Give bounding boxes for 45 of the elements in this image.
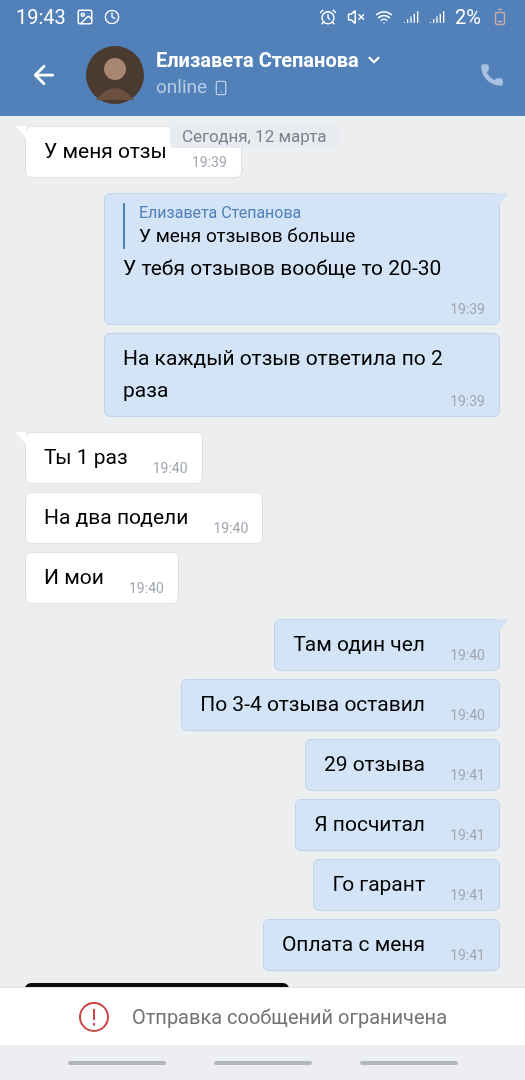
date-badge: Сегодня, 12 марта: [170, 124, 339, 148]
avatar[interactable]: [86, 45, 144, 104]
contact-name[interactable]: Елизавета Степанова: [156, 47, 359, 74]
nav-back-button[interactable]: [359, 1060, 458, 1065]
message-time: 19:41: [450, 886, 485, 904]
signal-icon: [403, 8, 420, 25]
message-text: Там один чел: [293, 632, 425, 656]
call-button[interactable]: [479, 61, 505, 88]
message-text: У тебя отзывов вообще то 20-30: [123, 256, 442, 280]
message-text: 29 отзыва: [323, 752, 425, 776]
message-time: 19:40: [450, 706, 485, 724]
clock-icon: [103, 8, 120, 25]
message-time: 19:41: [450, 826, 485, 844]
message-time: 19:40: [450, 646, 485, 664]
message-text: И мои: [44, 565, 104, 589]
mute-icon: [347, 7, 366, 26]
message-time: 19:41: [450, 946, 485, 964]
message-text: Оплата с меня: [281, 932, 425, 956]
message-time: 19:39: [450, 300, 485, 318]
message-text: Ты 1 раз: [44, 445, 128, 469]
message-text: На каждый отзыв ответила по 2 раза: [123, 346, 443, 402]
message-time: 19:40: [129, 579, 164, 597]
message-text: Я посчитал: [314, 812, 425, 836]
nav-home-button[interactable]: [213, 1060, 312, 1065]
reply-author: Елизавета Степанова: [139, 203, 303, 223]
message-time: 19:41: [450, 766, 485, 784]
message-time: 19:40: [152, 459, 188, 477]
message-text: На два подели: [44, 505, 189, 529]
online-status: online: [156, 74, 208, 101]
message-time: 19:39: [450, 392, 485, 410]
quoted-reply[interactable]: Елизавета Степанова У меня отзывов больше: [123, 203, 481, 249]
message-time: 19:40: [213, 519, 249, 537]
nav-recent-button[interactable]: [67, 1060, 166, 1065]
alarm-icon: [319, 7, 338, 26]
status-time: 19:43: [16, 3, 66, 31]
message-text: По 3-4 отзыва оставил: [200, 692, 425, 716]
message-text: Го гарант: [332, 872, 425, 896]
restriction-notice: Отправка сообщений ограничена: [131, 1003, 447, 1031]
reply-text: У меня отзывов больше: [139, 223, 357, 249]
warning-icon: [77, 1000, 110, 1033]
gallery-icon: [75, 7, 94, 26]
message-text: У меня отзы: [44, 139, 167, 163]
message-time: 19:39: [191, 153, 227, 171]
signal-icon: [429, 8, 446, 25]
battery-percent: 2%: [455, 3, 481, 31]
